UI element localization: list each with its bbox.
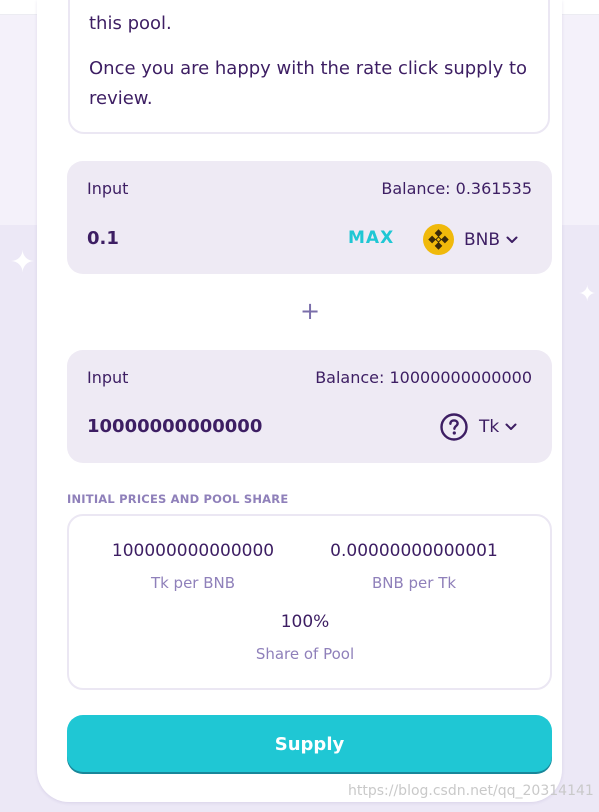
- currency-input-panel-a[interactable]: Input Balance: 0.361535 0.1 MAX BNB: [67, 161, 552, 274]
- input-label: Input: [87, 179, 129, 198]
- sparkle-icon: ✦: [578, 282, 597, 307]
- tk-per-bnb-label: Tk per BNB: [150, 574, 236, 592]
- bnb-logo-icon: [423, 224, 454, 255]
- currency-input-panel-b[interactable]: Input Balance: 10000000000000 1000000000…: [67, 350, 552, 463]
- balance-text: Balance: 0.361535: [381, 179, 532, 198]
- chevron-down-icon: [505, 423, 517, 430]
- info-text-line: Once you are happy with the rate click s…: [89, 58, 528, 79]
- input-label: Input: [87, 368, 129, 387]
- supply-button[interactable]: Supply: [67, 715, 552, 774]
- chevron-down-icon: [506, 236, 518, 243]
- info-text-line: this pool.: [89, 13, 172, 34]
- token-symbol: BNB: [464, 229, 501, 250]
- token-select-button[interactable]: BNB: [423, 224, 518, 255]
- pool-share-label: Share of Pool: [255, 645, 355, 663]
- pool-share-value: 100%: [280, 612, 330, 632]
- amount-input[interactable]: 0.1: [87, 228, 119, 249]
- balance-text: Balance: 10000000000000: [315, 368, 532, 387]
- amount-input[interactable]: 10000000000000: [87, 416, 262, 437]
- plus-icon: +: [300, 297, 321, 325]
- token-symbol: Tk: [479, 417, 500, 437]
- sparkle-icon: ✦: [10, 245, 36, 280]
- bnb-per-tk-value: 0.00000000000001: [330, 541, 498, 561]
- bnb-per-tk-label: BNB per Tk: [371, 574, 457, 592]
- max-button[interactable]: MAX: [348, 228, 394, 248]
- prices-section-title: INITIAL PRICES AND POOL SHARE: [67, 492, 289, 506]
- question-circle-icon: [440, 413, 468, 441]
- watermark-text: https://blog.csdn.net/qq_20314141: [348, 783, 594, 799]
- info-text-line: review.: [89, 88, 153, 109]
- tk-per-bnb-value: 100000000000000: [111, 541, 275, 561]
- token-select-button[interactable]: Tk: [439, 412, 517, 442]
